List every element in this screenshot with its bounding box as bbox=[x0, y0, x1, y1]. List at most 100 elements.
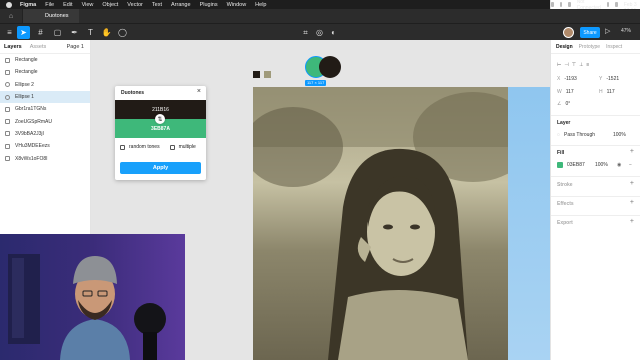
layer-opacity-field[interactable]: 100% bbox=[613, 132, 626, 138]
shape-tool-icon[interactable]: ▢ bbox=[51, 26, 64, 39]
lock-icon[interactable] bbox=[559, 2, 563, 7]
eye-icon[interactable]: ◉ bbox=[617, 162, 621, 168]
apple-icon[interactable] bbox=[6, 1, 12, 8]
dark-swatch[interactable] bbox=[253, 71, 260, 78]
close-icon[interactable]: × bbox=[197, 88, 201, 95]
fill-color-field[interactable]: 03EB87 bbox=[557, 162, 585, 168]
layer-opacity-value: 100% bbox=[613, 132, 626, 138]
tab-prototype[interactable]: Prototype bbox=[579, 44, 600, 50]
blue-frame[interactable] bbox=[508, 87, 550, 360]
y-field[interactable]: Y -1521 bbox=[599, 76, 619, 82]
menu-text[interactable]: Text bbox=[152, 2, 162, 8]
layer-label: 3V9bBA2J3jI bbox=[15, 130, 44, 137]
tab-bar: ⌂ Duotones bbox=[0, 9, 640, 23]
fill-hex-value: 03EB87 bbox=[567, 162, 585, 168]
search-icon[interactable] bbox=[615, 2, 618, 7]
move-tool-icon[interactable]: ➤ bbox=[17, 26, 30, 39]
blend-icon: ◌ bbox=[557, 132, 560, 138]
tan-swatch[interactable] bbox=[264, 71, 271, 78]
wifi-icon[interactable] bbox=[568, 2, 571, 7]
image-icon bbox=[5, 119, 10, 125]
divider bbox=[551, 196, 640, 197]
zoom-level[interactable]: 47% bbox=[621, 28, 631, 34]
hand-tool-icon[interactable]: ✋ bbox=[100, 26, 113, 39]
battery-icon[interactable] bbox=[606, 2, 610, 7]
layer-item[interactable]: X8vWs1oFO8I bbox=[0, 152, 90, 164]
menu-arrange[interactable]: Arrange bbox=[171, 2, 191, 8]
menu-help[interactable]: Help bbox=[255, 2, 266, 8]
menu-plugins[interactable]: Plugins bbox=[200, 2, 218, 8]
record-icon[interactable] bbox=[551, 2, 554, 7]
frame-tool-icon[interactable]: # bbox=[34, 26, 47, 39]
add-fill-icon[interactable]: + bbox=[630, 148, 634, 155]
tab-design[interactable]: Design bbox=[556, 44, 573, 50]
fill-opacity-value: 100% bbox=[595, 162, 608, 168]
fill-color-chip[interactable] bbox=[557, 162, 563, 168]
tab-duotones[interactable]: Duotones bbox=[22, 9, 79, 23]
random-tones-label: random tones bbox=[129, 144, 160, 150]
component-icon[interactable]: ⌗ bbox=[299, 26, 312, 39]
comment-tool-icon[interactable]: ◯ bbox=[116, 26, 129, 39]
pen-tool-icon[interactable]: ✒ bbox=[68, 26, 81, 39]
width-field[interactable]: W 117 bbox=[557, 89, 574, 95]
multiple-checkbox[interactable] bbox=[169, 144, 175, 150]
text-tool-icon[interactable]: T bbox=[84, 26, 97, 39]
layer-item[interactable]: Rectangle bbox=[0, 66, 90, 78]
h-label: H bbox=[599, 89, 603, 95]
contrast-icon[interactable]: ◐ bbox=[327, 26, 340, 39]
add-export-icon[interactable]: + bbox=[630, 218, 634, 225]
h-value: 117 bbox=[606, 89, 615, 95]
layer-label: ZoeUGSpRmAU bbox=[15, 118, 52, 125]
layer-label: Ellipse 2 bbox=[15, 81, 34, 88]
fill-opacity-field[interactable]: 100% bbox=[595, 162, 608, 168]
w-value: 117 bbox=[565, 89, 574, 95]
plugin-options: random tones multiple bbox=[120, 144, 196, 150]
height-field[interactable]: H 117 bbox=[599, 89, 615, 95]
add-stroke-icon[interactable]: + bbox=[630, 180, 634, 187]
menu-window[interactable]: Window bbox=[227, 2, 247, 8]
menu-edit[interactable]: Edit bbox=[63, 2, 72, 8]
menu-app[interactable]: Figma bbox=[20, 2, 36, 8]
layer-item[interactable]: VHu3MDEEezs bbox=[0, 140, 90, 152]
main-menu-icon[interactable]: ≡ bbox=[3, 26, 16, 39]
home-icon[interactable]: ⌂ bbox=[0, 9, 22, 23]
apply-button[interactable]: Apply bbox=[120, 162, 201, 174]
tab-layers[interactable]: Layers bbox=[4, 44, 22, 50]
divider bbox=[551, 215, 640, 216]
page-selector[interactable]: Page 1 bbox=[67, 44, 84, 50]
menu-view[interactable]: View bbox=[82, 2, 94, 8]
avatar[interactable] bbox=[563, 27, 574, 38]
layer-item-selected[interactable]: Ellipse 1 bbox=[0, 90, 90, 104]
rotation-field[interactable]: ∠ 0° bbox=[557, 101, 570, 107]
blend-mode-select[interactable]: ◌ Pass Through bbox=[557, 132, 595, 138]
menu-object[interactable]: Object bbox=[102, 2, 118, 8]
divider bbox=[551, 176, 640, 177]
tab-assets[interactable]: Assets bbox=[30, 44, 47, 50]
rectangle-icon bbox=[5, 69, 10, 75]
remove-fill-icon[interactable]: − bbox=[629, 162, 632, 168]
x-label: X bbox=[557, 76, 561, 82]
add-effect-icon[interactable]: + bbox=[630, 199, 634, 206]
layer-item[interactable]: Rectangle bbox=[0, 54, 90, 66]
present-icon[interactable]: ▷ bbox=[605, 27, 610, 35]
mask-icon[interactable]: ◎ bbox=[313, 26, 326, 39]
random-tones-checkbox[interactable] bbox=[120, 144, 125, 150]
align-controls[interactable]: ⊢⊣⊤⊥≡ bbox=[557, 62, 592, 68]
multiple-label: multiple bbox=[178, 144, 196, 150]
webcam-overlay bbox=[0, 234, 185, 360]
layer-label: VHu3MDEEezs bbox=[15, 143, 50, 150]
ellipse-icon bbox=[5, 82, 10, 88]
tab-inspect[interactable]: Inspect bbox=[606, 44, 622, 50]
layer-item[interactable]: ZoeUGSpRmAU bbox=[0, 115, 90, 127]
layer-item[interactable]: Ellipse 2 bbox=[0, 79, 90, 91]
duotone-photo[interactable] bbox=[253, 87, 513, 360]
layer-item[interactable]: 3V9bBA2J3jI bbox=[0, 128, 90, 140]
plugin-title: Duotones bbox=[121, 90, 145, 96]
share-button[interactable]: Share bbox=[580, 27, 600, 38]
layer-item[interactable]: Gbr1ra1TGNs bbox=[0, 103, 90, 115]
ellipse-2[interactable] bbox=[319, 56, 341, 78]
swap-icon[interactable]: ⇅ bbox=[155, 114, 165, 124]
menu-file[interactable]: File bbox=[45, 2, 54, 8]
x-field[interactable]: X -1193 bbox=[557, 76, 577, 82]
menu-vector[interactable]: Vector bbox=[127, 2, 143, 8]
